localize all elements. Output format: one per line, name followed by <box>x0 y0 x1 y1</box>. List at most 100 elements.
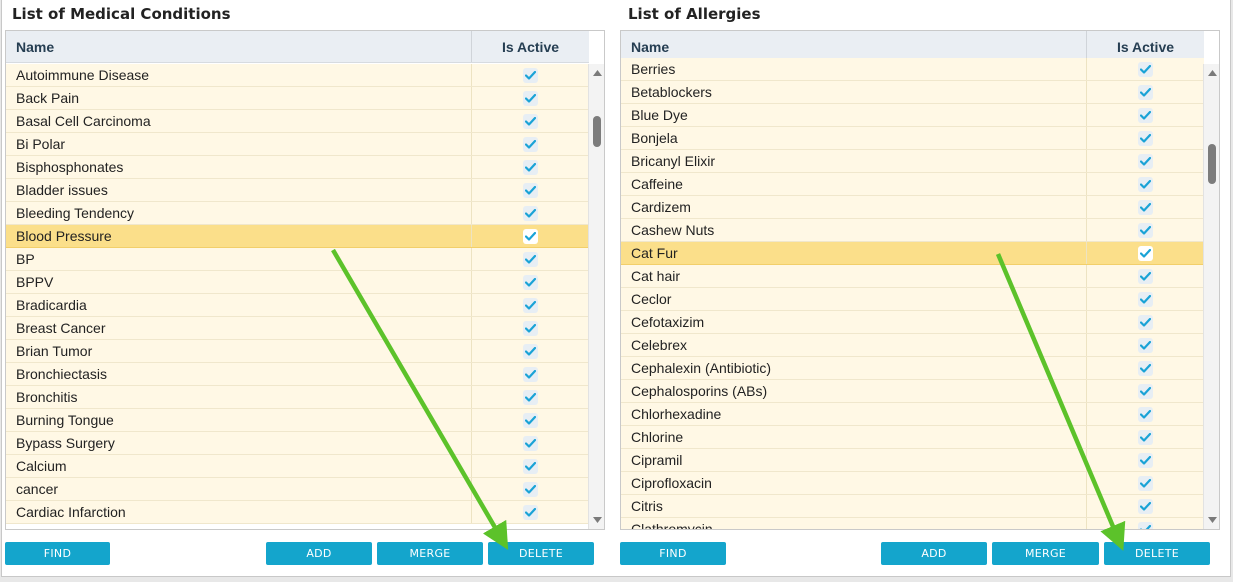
table-row[interactable]: Breast Cancer <box>6 317 589 340</box>
scrollbar-thumb[interactable] <box>593 116 601 147</box>
table-row[interactable]: Cat hair <box>621 265 1204 288</box>
table-row[interactable]: Blood Pressure <box>6 225 589 248</box>
check-icon[interactable] <box>1138 337 1153 353</box>
table-row[interactable]: Caffeine <box>621 173 1204 196</box>
table-row[interactable]: Cashew Nuts <box>621 219 1204 242</box>
merge-button[interactable]: MERGE <box>377 542 483 565</box>
check-icon[interactable] <box>523 366 538 382</box>
table-row[interactable]: Burning Tongue <box>6 409 589 432</box>
table-row[interactable]: cancer <box>6 478 589 501</box>
check-icon[interactable] <box>523 182 538 198</box>
table-row[interactable]: Calcium <box>6 455 589 478</box>
check-icon[interactable] <box>523 458 538 474</box>
table-row[interactable]: Cat Fur <box>621 242 1204 265</box>
find-button[interactable]: FIND <box>5 542 110 565</box>
check-icon[interactable] <box>523 412 538 428</box>
delete-button[interactable]: DELETE <box>1104 542 1210 565</box>
table-row[interactable]: Cipramil <box>621 449 1204 472</box>
check-icon[interactable] <box>1138 291 1153 307</box>
find-button[interactable]: FIND <box>620 542 726 565</box>
table-row[interactable]: Cardizem <box>621 196 1204 219</box>
table-row[interactable]: Citris <box>621 495 1204 518</box>
check-icon[interactable] <box>1138 107 1153 123</box>
check-icon[interactable] <box>1138 176 1153 192</box>
check-icon[interactable] <box>523 228 538 244</box>
check-icon[interactable] <box>1138 245 1153 261</box>
table-row[interactable]: Bonjela <box>621 127 1204 150</box>
chevron-down-icon[interactable] <box>1204 513 1219 527</box>
check-icon[interactable] <box>1138 153 1153 169</box>
chevron-up-icon[interactable] <box>589 66 604 80</box>
table-row[interactable]: Bradicardia <box>6 294 589 317</box>
check-icon[interactable] <box>1138 452 1153 468</box>
check-icon[interactable] <box>523 343 538 359</box>
check-icon[interactable] <box>523 481 538 497</box>
check-icon[interactable] <box>1138 268 1153 284</box>
table-row[interactable]: Ciprofloxacin <box>621 472 1204 495</box>
check-icon[interactable] <box>523 320 538 336</box>
table-row[interactable]: Bronchiectasis <box>6 363 589 386</box>
check-icon[interactable] <box>1138 222 1153 238</box>
chevron-down-icon[interactable] <box>589 513 604 527</box>
check-icon[interactable] <box>523 504 538 520</box>
table-row[interactable]: Berries <box>621 58 1204 81</box>
table-row[interactable]: Bleeding Tendency <box>6 202 589 225</box>
table-row[interactable]: Brian Tumor <box>6 340 589 363</box>
table-row[interactable]: Cephalosporins (ABs) <box>621 380 1204 403</box>
check-icon[interactable] <box>1138 199 1153 215</box>
vertical-scrollbar[interactable] <box>1203 64 1219 529</box>
column-header-is-active[interactable]: Is Active <box>472 31 589 62</box>
table-row[interactable]: Ceclor <box>621 288 1204 311</box>
check-icon[interactable] <box>523 297 538 313</box>
check-icon[interactable] <box>1138 130 1153 146</box>
check-icon[interactable] <box>523 113 538 129</box>
table-row[interactable]: Cephalexin (Antibiotic) <box>621 357 1204 380</box>
table-row[interactable]: BPPV <box>6 271 589 294</box>
check-icon[interactable] <box>1138 498 1153 514</box>
check-icon[interactable] <box>523 90 538 106</box>
table-row[interactable]: Bi Polar <box>6 133 589 156</box>
table-row[interactable]: Betablockers <box>621 81 1204 104</box>
table-row[interactable]: Blue Dye <box>621 104 1204 127</box>
check-icon[interactable] <box>523 274 538 290</box>
scrollbar-thumb[interactable] <box>1208 144 1216 184</box>
table-row[interactable]: Basal Cell Carcinoma <box>6 110 589 133</box>
table-row[interactable]: Cardiac Infarction <box>6 501 589 524</box>
table-row[interactable]: Back Pain <box>6 87 589 110</box>
check-icon[interactable] <box>1138 314 1153 330</box>
table-row[interactable]: Cefotaxizim <box>621 311 1204 334</box>
check-icon[interactable] <box>523 205 538 221</box>
merge-button[interactable]: MERGE <box>992 542 1099 565</box>
delete-button[interactable]: DELETE <box>488 542 594 565</box>
table-row[interactable]: Chlorine <box>621 426 1204 449</box>
check-icon[interactable] <box>1138 521 1153 529</box>
table-row[interactable]: Autoimmune Disease <box>6 64 589 87</box>
add-button[interactable]: ADD <box>266 542 372 565</box>
add-button[interactable]: ADD <box>881 542 987 565</box>
check-icon[interactable] <box>523 389 538 405</box>
chevron-up-icon[interactable] <box>1204 66 1219 80</box>
vertical-scrollbar[interactable] <box>588 64 604 529</box>
check-icon[interactable] <box>1138 360 1153 376</box>
table-row[interactable]: BP <box>6 248 589 271</box>
check-icon[interactable] <box>523 435 538 451</box>
column-header-name[interactable]: Name <box>6 31 472 62</box>
table-row[interactable]: Chlorhexadine <box>621 403 1204 426</box>
table-row[interactable]: Bypass Surgery <box>6 432 589 455</box>
check-icon[interactable] <box>1138 475 1153 491</box>
table-row[interactable]: Bisphosphonates <box>6 156 589 179</box>
check-icon[interactable] <box>523 251 538 267</box>
check-icon[interactable] <box>1138 406 1153 422</box>
table-row[interactable]: Bricanyl Elixir <box>621 150 1204 173</box>
table-row[interactable]: Bronchitis <box>6 386 589 409</box>
table-row[interactable]: Celebrex <box>621 334 1204 357</box>
check-icon[interactable] <box>523 67 538 83</box>
table-row[interactable]: Bladder issues <box>6 179 589 202</box>
check-icon[interactable] <box>1138 84 1153 100</box>
check-icon[interactable] <box>1138 383 1153 399</box>
check-icon[interactable] <box>1138 429 1153 445</box>
check-icon[interactable] <box>523 159 538 175</box>
table-row[interactable]: Clathromycin <box>621 518 1204 529</box>
check-icon[interactable] <box>1138 61 1153 77</box>
check-icon[interactable] <box>523 136 538 152</box>
